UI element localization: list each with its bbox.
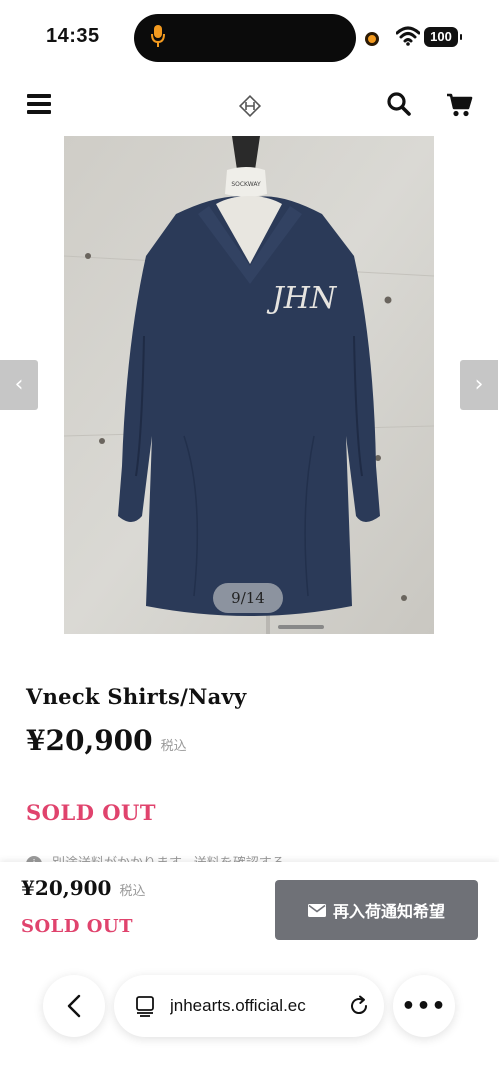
url-text: jnhearts.official.ec [170, 996, 306, 1015]
battery-level: 100 [430, 29, 452, 44]
product-photo: JHN SOCKWAY [64, 136, 434, 634]
tax-label: 税込 [160, 739, 187, 754]
restock-notify-button[interactable]: 再入荷通知希望 [275, 880, 478, 940]
sold-out-status: SOLD OUT [26, 800, 156, 825]
browser-back-button[interactable] [43, 975, 105, 1037]
image-counter: 9/14 [213, 583, 283, 613]
chevron-left-icon: ‹ [14, 372, 24, 397]
more-options-button[interactable]: ••• [393, 975, 455, 1037]
cart-icon[interactable] [446, 92, 474, 118]
chevron-left-icon [67, 994, 81, 1018]
shirt-monogram: JHN [266, 281, 338, 316]
gallery-next-button[interactable]: › [460, 360, 498, 410]
price-row: ¥20,900 税込 [26, 724, 187, 757]
sticky-tax-label: 税込 [119, 884, 146, 899]
more-icon: ••• [401, 993, 447, 1019]
address-bar[interactable]: jnhearts.official.ec [114, 975, 384, 1037]
status-bar: 14:35 100 [0, 0, 499, 76]
sticky-price-row: ¥20,900 税込 [21, 876, 145, 900]
product-image-gallery[interactable]: JHN SOCKWAY [64, 136, 434, 634]
recording-dot-icon [365, 32, 379, 46]
wifi-icon [396, 26, 420, 46]
sticky-purchase-bar: ¥20,900 税込 SOLD OUT 再入荷通知希望 [0, 862, 499, 1080]
dynamic-island [134, 14, 356, 62]
product-price: ¥20,900 [26, 724, 153, 757]
product-name: Vneck Shirts/Navy [26, 684, 247, 709]
microphone-icon [151, 25, 165, 47]
page-icon [136, 996, 154, 1017]
status-time: 14:35 [46, 25, 100, 47]
reload-icon[interactable] [348, 995, 370, 1017]
chevron-right-icon: › [474, 372, 484, 397]
gallery-prev-button[interactable]: ‹ [0, 360, 38, 410]
sticky-price: ¥20,900 [21, 876, 112, 900]
battery-icon: 100 [424, 27, 462, 47]
search-icon[interactable] [386, 91, 412, 117]
brand-logo-icon[interactable] [237, 93, 263, 119]
mannequin-tag: SOCKWAY [231, 181, 261, 188]
mail-icon [307, 903, 326, 917]
sticky-sold-out-status: SOLD OUT [21, 916, 133, 937]
menu-icon[interactable] [27, 94, 51, 114]
swipe-indicator [278, 625, 324, 629]
restock-button-label: 再入荷通知希望 [332, 902, 445, 921]
